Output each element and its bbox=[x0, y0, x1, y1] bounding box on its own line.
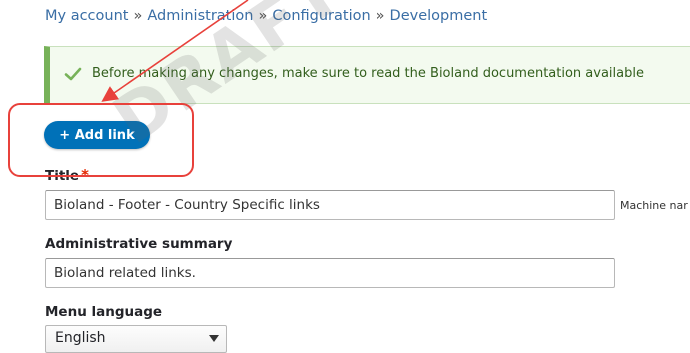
administrative-summary-input[interactable] bbox=[45, 258, 615, 288]
breadcrumb-development[interactable]: Development bbox=[390, 8, 488, 24]
status-message: Before making any changes, make sure to … bbox=[44, 46, 690, 104]
breadcrumb-separator: » bbox=[133, 8, 143, 24]
breadcrumb-separator: » bbox=[375, 8, 385, 24]
administrative-summary-label: Administrative summary bbox=[45, 236, 233, 252]
menu-language-value: English bbox=[55, 330, 106, 346]
chevron-down-icon bbox=[209, 335, 219, 342]
check-icon bbox=[64, 67, 82, 81]
required-marker: * bbox=[81, 166, 89, 184]
title-label-text: Title bbox=[45, 168, 80, 184]
breadcrumb-separator: » bbox=[258, 8, 268, 24]
breadcrumb-configuration[interactable]: Configuration bbox=[272, 8, 370, 24]
add-link-button[interactable]: + Add link bbox=[44, 121, 150, 149]
title-input[interactable] bbox=[45, 190, 615, 220]
breadcrumb-my-account[interactable]: My account bbox=[45, 8, 128, 24]
breadcrumb-administration[interactable]: Administration bbox=[147, 8, 253, 24]
status-message-text: Before making any changes, make sure to … bbox=[92, 66, 644, 81]
breadcrumb: My account» Administration» Configuration»… bbox=[45, 8, 487, 24]
title-label: Title * bbox=[45, 166, 89, 184]
menu-language-label: Menu language bbox=[45, 304, 163, 320]
machine-name-label: Machine nar bbox=[620, 199, 688, 212]
menu-language-select[interactable]: English bbox=[45, 325, 227, 353]
